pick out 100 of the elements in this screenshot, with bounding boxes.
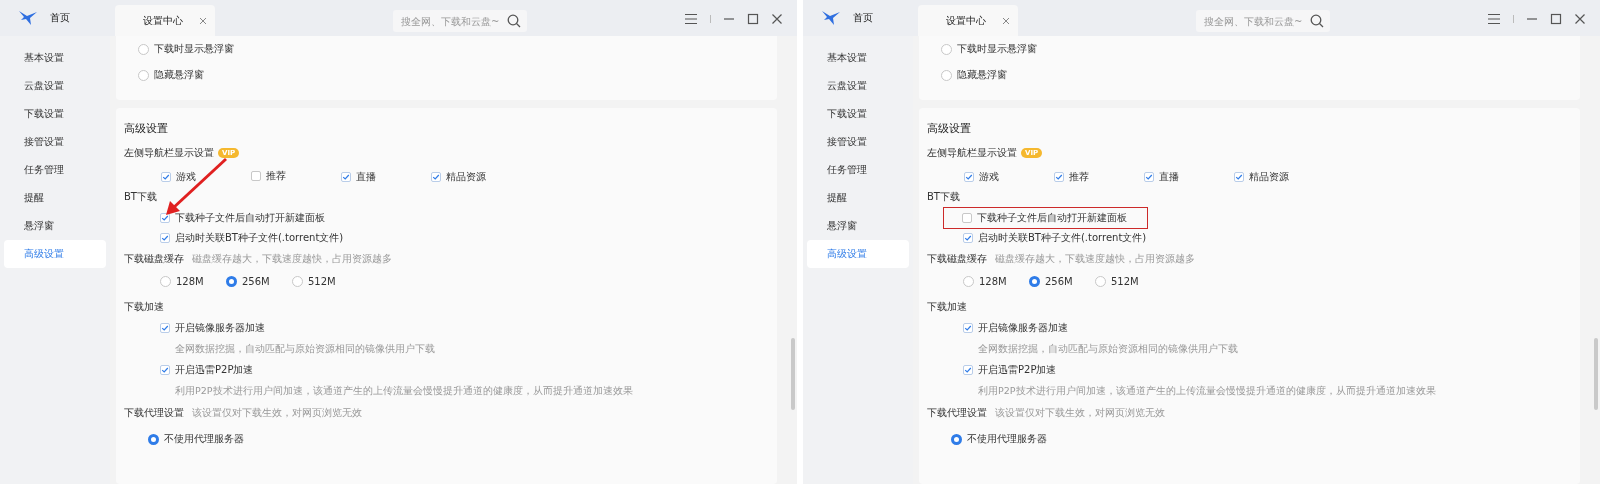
sidebar-item[interactable]: 接管设置 — [807, 128, 909, 156]
group-label: 下载加速 — [124, 300, 164, 314]
sidebar-item[interactable]: 基本设置 — [807, 44, 909, 72]
radio-label: 不使用代理服务器 — [164, 432, 244, 446]
checkbox-label: 精品资源 — [1249, 169, 1289, 184]
checkbox[interactable] — [1054, 171, 1064, 182]
radio-button[interactable] — [1095, 275, 1106, 287]
close-icon[interactable] — [1574, 13, 1586, 25]
bird-logo-icon[interactable] — [821, 10, 841, 26]
search-field[interactable]: 搜全网、下载和云盘~ — [1196, 10, 1330, 32]
radio-button[interactable] — [951, 433, 962, 445]
bird-logo-icon[interactable] — [18, 10, 38, 26]
sidebar-item[interactable]: 提醒 — [4, 184, 106, 212]
radio-label: 128M — [176, 275, 204, 287]
radio-label: 256M — [242, 275, 270, 287]
close-icon[interactable] — [1002, 16, 1010, 25]
radio-button[interactable] — [226, 275, 237, 287]
radio-button[interactable] — [138, 43, 149, 55]
search-icon[interactable] — [507, 14, 521, 28]
checkbox-label: 启动时关联BT种子文件(.torrent文件) — [978, 231, 1147, 245]
sidebar-item[interactable]: 下载设置 — [4, 100, 106, 128]
checkbox[interactable] — [963, 365, 973, 375]
close-icon[interactable] — [199, 16, 207, 25]
radio-button[interactable] — [941, 43, 952, 55]
hint-text: 该设置仅对下载生效，对网页浏览无效 — [192, 406, 362, 420]
group-label: 下载代理设置 — [124, 406, 184, 420]
radio-label: 不使用代理服务器 — [967, 432, 1047, 446]
checkbox-label: 开启迅雷P2P加速 — [175, 363, 254, 377]
radio-button[interactable] — [148, 433, 159, 445]
sidebar-item[interactable]: 云盘设置 — [4, 72, 106, 100]
checkbox[interactable] — [963, 323, 973, 333]
checkbox[interactable] — [160, 233, 170, 243]
home-tab[interactable]: 首页 — [50, 11, 70, 25]
checkbox[interactable] — [161, 171, 171, 182]
scrollbar-thumb[interactable] — [1594, 338, 1598, 410]
checkbox[interactable] — [341, 171, 351, 182]
sidebar-item[interactable]: 高级设置 — [807, 240, 909, 268]
scrollbar-thumb[interactable] — [791, 338, 795, 410]
hint-text: 该设置仅对下载生效，对网页浏览无效 — [995, 406, 1165, 420]
checkbox[interactable] — [251, 170, 261, 181]
radio-button[interactable] — [160, 275, 171, 287]
sidebar-item[interactable]: 接管设置 — [4, 128, 106, 156]
group-label: 左侧导航栏显示设置 — [124, 146, 214, 160]
radio-button[interactable] — [1029, 275, 1040, 287]
home-tab[interactable]: 首页 — [853, 11, 873, 25]
checkbox-label: 开启镜像服务器加速 — [175, 321, 265, 335]
sidebar-item[interactable]: 任务管理 — [4, 156, 106, 184]
sidebar-item[interactable]: 提醒 — [807, 184, 909, 212]
sidebar-item[interactable]: 下载设置 — [807, 100, 909, 128]
tab-title: 设置中心 — [143, 13, 183, 28]
section-title: 高级设置 — [124, 121, 169, 137]
group-label: 下载加速 — [927, 300, 967, 314]
group-label: 左侧导航栏显示设置 — [927, 146, 1017, 160]
search-field[interactable]: 搜全网、下载和云盘~ — [393, 10, 527, 32]
maximize-icon[interactable] — [1550, 13, 1562, 25]
checkbox-label: 推荐 — [1069, 169, 1089, 184]
checkbox-label: 游戏 — [979, 169, 999, 184]
checkbox-label: 开启迅雷P2P加速 — [978, 363, 1057, 377]
checkbox[interactable] — [1144, 171, 1154, 182]
hint-text: 磁盘缓存越大，下载速度越快，占用资源越多 — [192, 252, 392, 266]
checkbox[interactable] — [160, 323, 170, 333]
option-description: 利用P2P技术进行用户间加速，该通道产生的上传流量会慢慢提升通道的健康度，从而提升通道加速效果 — [174, 384, 634, 398]
maximize-icon[interactable] — [747, 13, 759, 25]
checkbox-label: 开启镜像服务器加速 — [978, 321, 1068, 335]
checkbox[interactable] — [160, 365, 170, 375]
radio-button[interactable] — [292, 275, 303, 287]
checkbox[interactable] — [1234, 171, 1244, 182]
tab-title: 设置中心 — [946, 13, 986, 28]
sidebar-item[interactable]: 高级设置 — [4, 240, 106, 268]
radio-button[interactable] — [941, 69, 952, 81]
radio-label: 下载时显示悬浮窗 — [154, 42, 234, 56]
radio-label: 256M — [1045, 275, 1073, 287]
radio-label: 隐藏悬浮窗 — [957, 68, 1007, 82]
menu-icon[interactable] — [1487, 13, 1501, 25]
sidebar-item[interactable]: 基本设置 — [4, 44, 106, 72]
checkbox[interactable] — [963, 233, 973, 243]
radio-button[interactable] — [138, 69, 149, 81]
checkbox-label: 游戏 — [176, 169, 196, 184]
checkbox-label: 精品资源 — [446, 169, 486, 184]
checkbox[interactable] — [962, 213, 972, 223]
radio-button[interactable] — [963, 275, 974, 287]
menu-icon[interactable] — [684, 13, 698, 25]
tab[interactable]: 设置中心 — [918, 5, 1018, 36]
radio-label: 512M — [1111, 275, 1139, 287]
radio-label: 128M — [979, 275, 1007, 287]
tab[interactable]: 设置中心 — [115, 5, 215, 36]
sidebar-item[interactable]: 悬浮窗 — [807, 212, 909, 240]
sidebar-item[interactable]: 悬浮窗 — [4, 212, 106, 240]
option-description: 利用P2P技术进行用户间加速，该通道产生的上传流量会慢慢提升通道的健康度，从而提升通道加速效果 — [977, 384, 1437, 398]
sidebar-item[interactable]: 任务管理 — [807, 156, 909, 184]
checkbox-label: 下载种子文件后自动打开新建面板 — [977, 211, 1127, 225]
checkbox[interactable] — [431, 171, 441, 182]
sidebar-item[interactable]: 云盘设置 — [807, 72, 909, 100]
radio-label: 隐藏悬浮窗 — [154, 68, 204, 82]
checkbox-label: 启动时关联BT种子文件(.torrent文件) — [175, 231, 344, 245]
close-icon[interactable] — [771, 13, 783, 25]
checkbox[interactable] — [964, 171, 974, 182]
group-label: 下载代理设置 — [927, 406, 987, 420]
search-icon[interactable] — [1310, 14, 1324, 28]
radio-label: 512M — [308, 275, 336, 287]
